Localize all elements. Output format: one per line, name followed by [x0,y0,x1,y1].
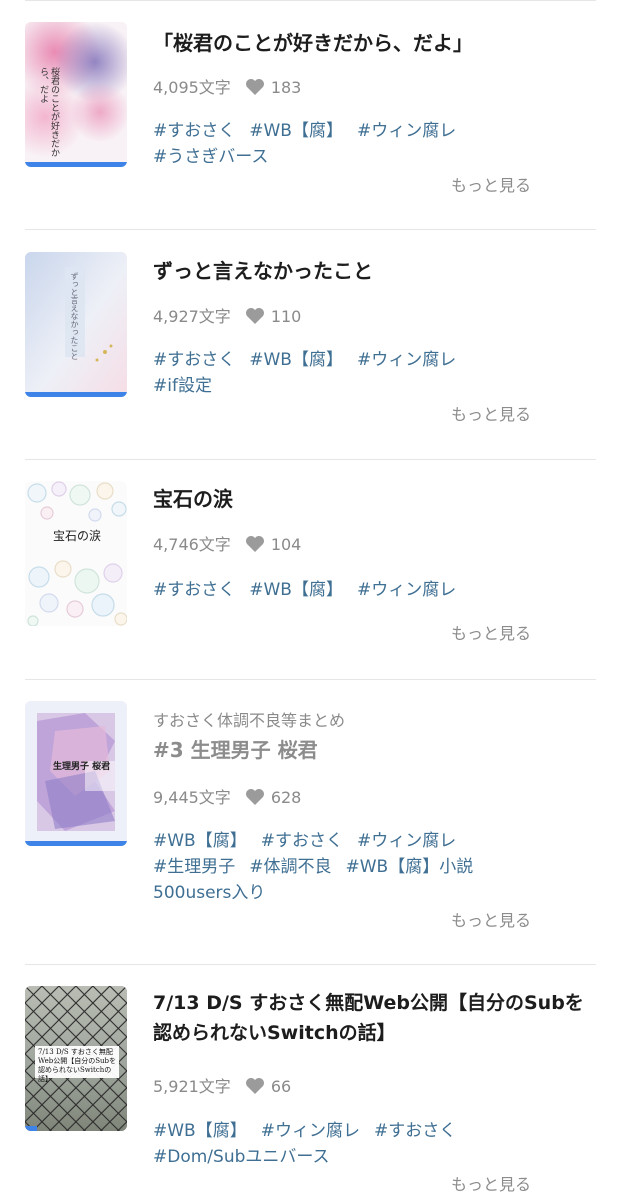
cover-art [25,701,127,846]
like-count: 628 [270,788,302,807]
cover-image[interactable]: 生理男子 桜君 [25,701,127,846]
novel-title[interactable]: 「桜君のことが好きだから、だよ」 [153,28,473,58]
more-link[interactable]: もっと見る [451,907,531,931]
cover-image[interactable]: ずっと言えなかったこと [25,252,127,397]
novel-title[interactable]: ずっと言えなかったこと [153,256,373,286]
tag[interactable]: #すおさく [261,828,343,854]
tag[interactable]: #WB【腐】 [249,347,343,373]
cover-image[interactable]: 宝石の涙 [25,481,127,626]
like-count: 66 [270,1077,292,1096]
tag[interactable]: #WB【腐】 [153,828,247,854]
like-count: 110 [270,307,302,326]
tag[interactable]: #ウィン腐レ [357,577,456,603]
tag[interactable]: #WB【腐】 [249,577,343,603]
tag[interactable]: #ウィン腐レ [357,118,456,144]
novel-item[interactable]: 生理男子 桜君 すおさく体調不良等まとめ #3 生理男子 桜君 9,445文字 6… [0,701,621,941]
tag[interactable]: #ウィン腐レ [261,1118,360,1144]
novel-meta: 9,445文字 628 [153,788,301,808]
cover-title: 桜君のことが好きだから、だよ [38,67,59,157]
cover-accent-bar [25,841,127,846]
tag-list: #WB【腐】 #すおさく #ウィン腐レ #生理男子 #体調不良 #WB【腐】小説 500us… [153,828,533,906]
cover-accent-bar [25,162,127,167]
cover-title: 7/13 D/S すおさく無配Web公開【自分のSubを認められないSwitch… [38,1048,117,1083]
more-link[interactable]: もっと見る [451,620,531,644]
divider [25,679,596,680]
heart-icon[interactable] [245,788,265,811]
cover-accent-bar [25,1126,37,1131]
char-count: 4,927文字 [153,307,231,326]
heart-icon[interactable] [245,78,265,101]
tag[interactable]: 500users入り [153,880,265,906]
cover-image[interactable]: 7/13 D/S すおさく無配Web公開【自分のSubを認められないSwitch… [25,986,127,1131]
tag[interactable]: #すおさく [153,347,235,373]
cover-title: 生理男子 桜君 [53,762,111,772]
novel-meta: 4,095文字 183 [153,78,301,98]
more-link[interactable]: もっと見る [451,1171,531,1195]
tag-list: #すおさく #WB【腐】 #ウィン腐レ #if設定 [153,347,533,399]
cover-accent-bar [25,392,127,397]
novel-title[interactable]: 宝石の涙 [153,484,233,514]
novel-meta: 4,746文字 104 [153,535,301,555]
cover-image[interactable]: 桜君のことが好きだから、だよ [25,22,127,167]
more-link[interactable]: もっと見る [451,401,531,425]
tag[interactable]: #うさぎバース [153,144,268,170]
divider [25,0,596,1]
divider [25,459,596,460]
novel-meta: 5,921文字 66 [153,1077,291,1097]
tag[interactable]: #ウィン腐レ [357,347,456,373]
divider [25,964,596,965]
tag-list: #すおさく #WB【腐】 #ウィン腐レ [153,577,533,603]
heart-icon[interactable] [245,1077,265,1100]
heart-icon[interactable] [245,307,265,330]
series-title[interactable]: すおさく体調不良等まとめ [153,707,345,731]
like-count: 104 [270,535,302,554]
novel-title[interactable]: #3 生理男子 桜君 [153,735,318,765]
heart-icon[interactable] [245,535,265,558]
tag-list: #すおさく #WB【腐】 #ウィン腐レ #うさぎバース [153,118,533,170]
char-count: 5,921文字 [153,1077,231,1096]
cover-title: ずっと言えなかったこと [70,272,79,360]
cover-title: 宝石の涙 [53,529,102,543]
novel-item[interactable]: 桜君のことが好きだから、だよ 「桜君のことが好きだから、だよ」 4,095文字 1… [0,22,621,222]
tag[interactable]: #Dom/Subユニバース [153,1144,330,1170]
tag[interactable]: #すおさく [374,1118,456,1144]
tag[interactable]: #WB【腐】 [153,1118,247,1144]
novel-item[interactable]: 7/13 D/S すおさく無配Web公開【自分のSubを認められないSwitch… [0,986,621,1200]
more-link[interactable]: もっと見る [451,172,531,196]
char-count: 9,445文字 [153,788,231,807]
tag[interactable]: #WB【腐】 [249,118,343,144]
tag[interactable]: #if設定 [153,373,212,399]
tag[interactable]: #ウィン腐レ [357,828,456,854]
tag[interactable]: #すおさく [153,577,235,603]
tag-list: #WB【腐】 #ウィン腐レ #すおさく #Dom/Subユニバース [153,1118,533,1170]
char-count: 4,746文字 [153,535,231,554]
like-count: 183 [270,78,302,97]
cover-art [25,481,127,626]
tag[interactable]: #すおさく [153,118,235,144]
novel-item[interactable]: ずっと言えなかったこと ずっと言えなかったこと 4,927文字 110 #すおさく… [0,252,621,452]
tag[interactable]: #体調不良 [249,854,331,880]
novel-meta: 4,927文字 110 [153,307,301,327]
char-count: 4,095文字 [153,78,231,97]
tag[interactable]: #生理男子 [153,854,235,880]
novel-item[interactable]: 宝石の涙 宝石の涙 4,746文字 104 #すおさく #WB【腐】 #ウィン腐レ も… [0,481,621,671]
tag[interactable]: #WB【腐】小説 [346,854,474,880]
novel-title[interactable]: 7/13 D/S すおさく無配Web公開【自分のSubを認められないSwitch… [153,988,593,1048]
divider [25,229,596,230]
